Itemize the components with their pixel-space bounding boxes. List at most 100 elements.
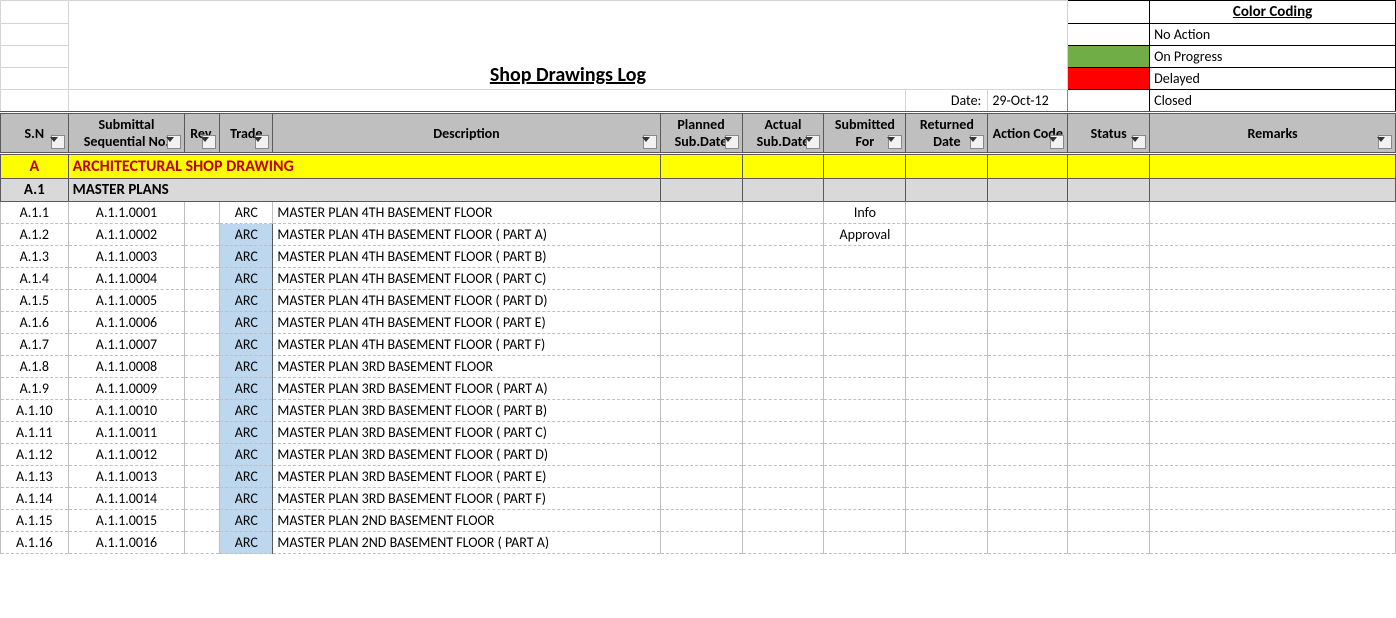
cell-trade[interactable]: ARC bbox=[220, 378, 273, 400]
cell-action[interactable] bbox=[988, 488, 1068, 510]
cell-desc[interactable]: MASTER PLAN 4TH BASEMENT FLOOR ( PART B) bbox=[273, 246, 660, 268]
cell-planned[interactable] bbox=[660, 378, 742, 400]
cell-rev[interactable] bbox=[185, 510, 220, 532]
cell-actual[interactable] bbox=[742, 356, 824, 378]
cell-planned[interactable] bbox=[660, 290, 742, 312]
cell-returned[interactable] bbox=[906, 312, 988, 334]
cell-trade[interactable]: ARC bbox=[220, 422, 273, 444]
filter-icon[interactable] bbox=[255, 135, 269, 149]
cell-action[interactable] bbox=[988, 378, 1068, 400]
cell-planned[interactable] bbox=[660, 532, 742, 554]
cell-rev[interactable] bbox=[185, 202, 220, 224]
filter-icon[interactable] bbox=[1378, 135, 1392, 149]
col-actual[interactable]: Actual Sub.Date bbox=[742, 113, 824, 154]
cell-seq[interactable]: A.1.1.0014 bbox=[68, 488, 185, 510]
cell-remarks[interactable] bbox=[1150, 378, 1396, 400]
cell-seq[interactable]: A.1.1.0008 bbox=[68, 356, 185, 378]
cell-seq[interactable]: A.1.1.0003 bbox=[68, 246, 185, 268]
cell-seq[interactable]: A.1.1.0009 bbox=[68, 378, 185, 400]
cell-returned[interactable] bbox=[906, 334, 988, 356]
cell-sn[interactable]: A.1.12 bbox=[1, 444, 69, 466]
cell-sn[interactable]: A.1.14 bbox=[1, 488, 69, 510]
col-trade[interactable]: Trade bbox=[220, 113, 273, 154]
cell-remarks[interactable] bbox=[1150, 510, 1396, 532]
cell-returned[interactable] bbox=[906, 378, 988, 400]
cell-subfor[interactable] bbox=[824, 488, 906, 510]
cell-status[interactable] bbox=[1068, 334, 1150, 356]
cell-action[interactable] bbox=[988, 246, 1068, 268]
cell-trade[interactable]: ARC bbox=[220, 224, 273, 246]
cell-trade[interactable]: ARC bbox=[220, 466, 273, 488]
cell-planned[interactable] bbox=[660, 312, 742, 334]
cell-seq[interactable]: A.1.1.0016 bbox=[68, 532, 185, 554]
cell-sn[interactable]: A.1.16 bbox=[1, 532, 69, 554]
cell-sn[interactable]: A.1.9 bbox=[1, 378, 69, 400]
cell-action[interactable] bbox=[988, 400, 1068, 422]
cell-subfor[interactable] bbox=[824, 400, 906, 422]
col-planned[interactable]: Planned Sub.Date bbox=[660, 113, 742, 154]
cell-actual[interactable] bbox=[742, 224, 824, 246]
cell-subfor[interactable] bbox=[824, 246, 906, 268]
cell-trade[interactable]: ARC bbox=[220, 334, 273, 356]
cell-rev[interactable] bbox=[185, 312, 220, 334]
cell-seq[interactable]: A.1.1.0007 bbox=[68, 334, 185, 356]
cell-status[interactable] bbox=[1068, 246, 1150, 268]
cell-trade[interactable]: ARC bbox=[220, 532, 273, 554]
cell-planned[interactable] bbox=[660, 356, 742, 378]
cell-rev[interactable] bbox=[185, 224, 220, 246]
cell-action[interactable] bbox=[988, 444, 1068, 466]
cell-sn[interactable]: A.1.13 bbox=[1, 466, 69, 488]
cell-remarks[interactable] bbox=[1150, 488, 1396, 510]
cell-planned[interactable] bbox=[660, 202, 742, 224]
cell-trade[interactable]: ARC bbox=[220, 444, 273, 466]
cell-subfor[interactable] bbox=[824, 378, 906, 400]
cell-desc[interactable]: MASTER PLAN 3RD BASEMENT FLOOR ( PART A) bbox=[273, 378, 660, 400]
cell-rev[interactable] bbox=[185, 334, 220, 356]
cell-subfor[interactable] bbox=[824, 312, 906, 334]
cell-status[interactable] bbox=[1068, 488, 1150, 510]
cell-subfor[interactable] bbox=[824, 510, 906, 532]
cell-seq[interactable]: A.1.1.0012 bbox=[68, 444, 185, 466]
cell-planned[interactable] bbox=[660, 268, 742, 290]
cell-trade[interactable]: ARC bbox=[220, 488, 273, 510]
cell-action[interactable] bbox=[988, 224, 1068, 246]
cell-returned[interactable] bbox=[906, 224, 988, 246]
cell-planned[interactable] bbox=[660, 246, 742, 268]
cell-actual[interactable] bbox=[742, 488, 824, 510]
cell-actual[interactable] bbox=[742, 268, 824, 290]
cell-status[interactable] bbox=[1068, 268, 1150, 290]
cell-actual[interactable] bbox=[742, 422, 824, 444]
cell-remarks[interactable] bbox=[1150, 400, 1396, 422]
cell-remarks[interactable] bbox=[1150, 312, 1396, 334]
cell-planned[interactable] bbox=[660, 466, 742, 488]
cell-subfor[interactable]: Info bbox=[824, 202, 906, 224]
cell-actual[interactable] bbox=[742, 510, 824, 532]
cell-action[interactable] bbox=[988, 422, 1068, 444]
cell-subfor[interactable] bbox=[824, 356, 906, 378]
col-sn[interactable]: S.N bbox=[1, 113, 69, 154]
cell-status[interactable] bbox=[1068, 466, 1150, 488]
cell-status[interactable] bbox=[1068, 444, 1150, 466]
cell-subfor[interactable] bbox=[824, 334, 906, 356]
cell-planned[interactable] bbox=[660, 400, 742, 422]
cell-subfor[interactable] bbox=[824, 268, 906, 290]
cell-remarks[interactable] bbox=[1150, 224, 1396, 246]
cell-sn[interactable]: A.1.11 bbox=[1, 422, 69, 444]
cell-rev[interactable] bbox=[185, 246, 220, 268]
cell-desc[interactable]: MASTER PLAN 4TH BASEMENT FLOOR ( PART D) bbox=[273, 290, 660, 312]
cell-seq[interactable]: A.1.1.0002 bbox=[68, 224, 185, 246]
cell-status[interactable] bbox=[1068, 356, 1150, 378]
cell-remarks[interactable] bbox=[1150, 334, 1396, 356]
cell-rev[interactable] bbox=[185, 378, 220, 400]
cell-rev[interactable] bbox=[185, 356, 220, 378]
cell-status[interactable] bbox=[1068, 290, 1150, 312]
cell-sn[interactable]: A.1.2 bbox=[1, 224, 69, 246]
cell-actual[interactable] bbox=[742, 532, 824, 554]
cell-desc[interactable]: MASTER PLAN 3RD BASEMENT FLOOR ( PART D) bbox=[273, 444, 660, 466]
cell-trade[interactable]: ARC bbox=[220, 400, 273, 422]
cell-action[interactable] bbox=[988, 356, 1068, 378]
cell-action[interactable] bbox=[988, 290, 1068, 312]
cell-returned[interactable] bbox=[906, 290, 988, 312]
cell-returned[interactable] bbox=[906, 422, 988, 444]
filter-icon[interactable] bbox=[643, 135, 657, 149]
